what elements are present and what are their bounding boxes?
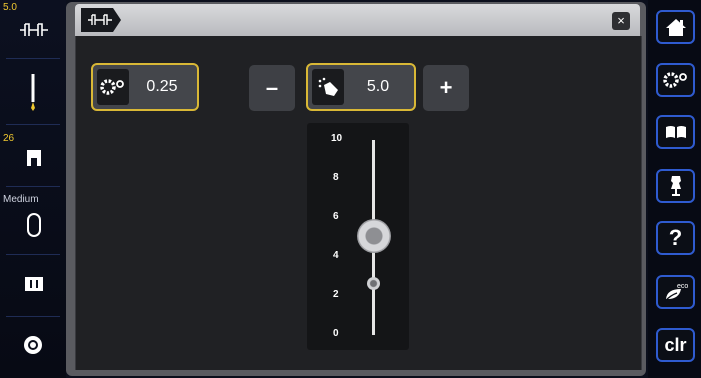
home-button[interactable] bbox=[656, 10, 695, 44]
sewing-consultant-button[interactable] bbox=[656, 169, 695, 203]
presser-foot-number: 26 bbox=[3, 133, 15, 144]
stitch-balance-value: 0.25 bbox=[146, 78, 178, 95]
setup-icon bbox=[662, 72, 687, 88]
eco-button[interactable]: eco bbox=[656, 275, 695, 309]
stitch-width-field[interactable]: 5.0 bbox=[306, 63, 416, 111]
sewing-consultant-icon bbox=[670, 176, 681, 196]
stitch-width-value: 5.0 bbox=[3, 2, 17, 13]
rail-divider bbox=[6, 124, 60, 125]
help-icon: ? bbox=[668, 225, 683, 250]
gear-icon bbox=[97, 69, 129, 105]
foot-pressure-icon[interactable] bbox=[26, 212, 42, 238]
clear-button[interactable]: clr bbox=[656, 328, 695, 362]
eco-icon: eco bbox=[664, 283, 688, 302]
presser-foot-icon[interactable] bbox=[25, 148, 43, 168]
feed-dog-icon[interactable] bbox=[24, 276, 44, 292]
left-rail: 5.0 26 Medium bbox=[0, 0, 66, 378]
slider-handle[interactable] bbox=[357, 219, 391, 253]
needle-icon[interactable] bbox=[27, 72, 39, 112]
clear-label: clr bbox=[664, 334, 687, 355]
tick-label: 6 bbox=[333, 211, 339, 222]
hand-pointer-icon bbox=[312, 69, 344, 105]
tick-label: 0 bbox=[333, 328, 339, 339]
rail-divider bbox=[6, 316, 60, 317]
foot-pressure-label: Medium bbox=[3, 194, 39, 205]
svg-text:eco: eco bbox=[677, 283, 688, 290]
stitch-width-icon bbox=[88, 14, 112, 25]
stitch-width-tab bbox=[81, 8, 121, 32]
stitch-balance-field[interactable]: 0.25 bbox=[91, 63, 199, 111]
decrease-button[interactable]: – bbox=[249, 65, 295, 111]
dialog-title-bar: × bbox=[75, 4, 640, 36]
right-rail: ? eco clr bbox=[648, 0, 701, 378]
help-button[interactable]: ? bbox=[656, 221, 695, 255]
tutorial-button[interactable] bbox=[656, 115, 695, 149]
default-value-marker bbox=[367, 277, 380, 290]
tick-label: 10 bbox=[331, 133, 343, 144]
tick-label: 8 bbox=[333, 172, 339, 183]
increase-button[interactable]: + bbox=[423, 65, 469, 111]
rail-divider bbox=[6, 254, 60, 255]
stitch-width-icon[interactable] bbox=[18, 18, 50, 42]
tick-label: 4 bbox=[333, 250, 339, 261]
rail-divider bbox=[6, 186, 60, 187]
close-button[interactable]: × bbox=[612, 12, 630, 30]
tick-label: 2 bbox=[333, 289, 339, 300]
home-icon bbox=[665, 19, 686, 36]
setup-button[interactable] bbox=[656, 63, 695, 97]
rail-divider bbox=[6, 58, 60, 59]
stitch-width-value: 5.0 bbox=[366, 78, 390, 95]
tension-icon[interactable] bbox=[22, 334, 44, 356]
tutorial-icon bbox=[665, 126, 686, 138]
